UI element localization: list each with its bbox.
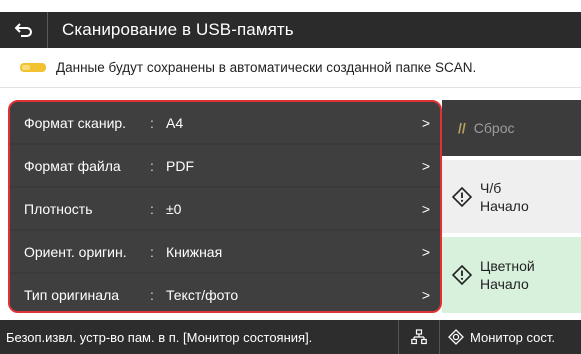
status-bar: Безоп.извл. устр-во пам. в п. [Монитор с… <box>0 320 581 354</box>
setting-label: Плотность <box>24 200 93 217</box>
setting-original-type[interactable]: Тип оригинала : Текст/фото > <box>10 274 440 311</box>
setting-separator: : <box>150 114 154 131</box>
setting-orientation[interactable]: Ориент. оригин. : Книжная > <box>10 231 440 272</box>
setting-separator: : <box>150 200 154 217</box>
setting-value: ±0 <box>166 200 182 217</box>
chevron-right-icon: > <box>421 243 431 260</box>
setting-label: Формат файла <box>24 157 121 174</box>
start-diamond-icon <box>452 186 472 207</box>
setting-file-format[interactable]: Формат файла : PDF > <box>10 145 440 186</box>
setting-label: Ориент. оригин. <box>24 243 127 260</box>
network-icon <box>411 329 427 345</box>
reset-label: Сброс <box>473 120 515 136</box>
setting-label: Формат сканир. <box>24 114 127 131</box>
reset-icon: // <box>458 120 466 136</box>
setting-label: Тип оригинала <box>24 286 120 303</box>
bw-start-button[interactable]: Ч/б Начало <box>442 160 581 233</box>
color-start-label: Цветной Начало <box>480 258 535 292</box>
color-start-button[interactable]: Цветной Начало <box>442 237 581 313</box>
bw-start-label: Ч/б Начало <box>480 179 529 214</box>
start-diamond-icon <box>452 265 472 285</box>
reset-button[interactable]: // Сброс <box>442 100 581 156</box>
setting-value: Текст/фото <box>166 286 239 303</box>
usb-memory-icon <box>20 63 46 72</box>
network-button[interactable] <box>398 320 440 354</box>
setting-density[interactable]: Плотность : ±0 > <box>10 188 440 229</box>
scan-to-usb-screen: Сканирование в USB-память Данные будут с… <box>0 0 581 354</box>
chevron-right-icon: > <box>421 157 431 174</box>
notice-text: Данные будут сохранены в автоматически с… <box>56 60 477 75</box>
setting-scan-size[interactable]: Формат сканир. : A4 > <box>10 102 440 143</box>
status-monitor-icon <box>448 329 464 345</box>
setting-value: A4 <box>166 114 184 131</box>
chevron-right-icon: > <box>421 286 431 303</box>
back-arrow-icon <box>14 23 32 37</box>
chevron-right-icon: > <box>421 200 431 217</box>
title-bar: Сканирование в USB-память <box>0 12 581 48</box>
action-panel: // Сброс Ч/б Начало Цветной Начало <box>442 100 581 313</box>
page-title: Сканирование в USB-память <box>62 20 294 39</box>
notice-bar: Данные будут сохранены в автоматически с… <box>0 48 581 88</box>
setting-value: Книжная <box>166 243 223 260</box>
status-message: Безоп.извл. устр-во пам. в п. [Монитор с… <box>6 329 313 345</box>
back-button[interactable] <box>0 12 48 48</box>
chevron-right-icon: > <box>421 114 431 131</box>
setting-separator: : <box>150 286 154 303</box>
setting-separator: : <box>150 157 154 174</box>
settings-list: Формат сканир. : A4 > Формат файла : PDF… <box>8 100 442 313</box>
status-monitor-button[interactable]: Монитор сост. <box>440 320 581 354</box>
setting-value: PDF <box>166 157 194 174</box>
status-monitor-label: Монитор сост. <box>470 329 556 345</box>
setting-separator: : <box>150 243 154 260</box>
